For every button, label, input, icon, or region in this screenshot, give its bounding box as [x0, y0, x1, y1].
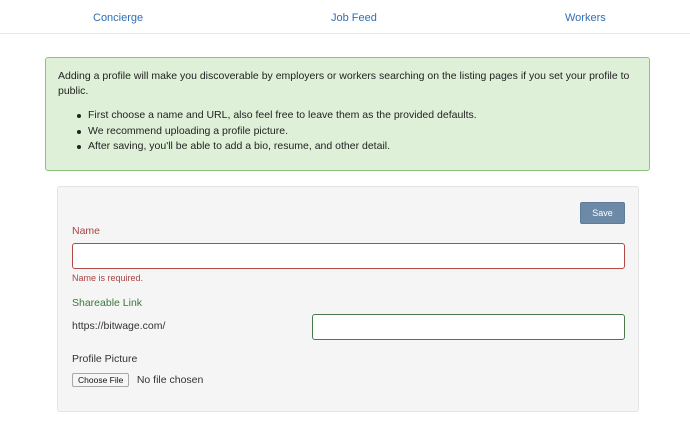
- nav-link-workers[interactable]: Workers: [565, 12, 606, 24]
- shareable-link-input[interactable]: [312, 314, 625, 340]
- nav-link-job-feed[interactable]: Job Feed: [331, 12, 377, 24]
- name-input[interactable]: [72, 243, 625, 269]
- top-navigation: Concierge Job Feed Workers: [0, 0, 690, 34]
- info-alert: Adding a profile will make you discovera…: [45, 57, 650, 171]
- file-status-text: No file chosen: [136, 373, 204, 386]
- save-button[interactable]: Save: [580, 202, 625, 224]
- alert-list-item: First choose a name and URL, also feel f…: [77, 108, 637, 123]
- alert-list: First choose a name and URL, also feel f…: [58, 108, 637, 154]
- alert-list-item: We recommend uploading a profile picture…: [77, 124, 637, 139]
- profile-picture-label: Profile Picture: [72, 353, 138, 365]
- name-label: Name: [72, 225, 101, 237]
- shareable-link-prefix: https://bitwage.com/: [72, 320, 166, 332]
- shareable-link-label: Shareable Link: [72, 297, 143, 309]
- alert-list-item: After saving, you'll be able to add a bi…: [77, 139, 637, 154]
- profile-picture-file-input: Choose File No file chosen: [72, 371, 203, 387]
- profile-form-panel: Save Name Name is required. Shareable Li…: [57, 186, 639, 412]
- choose-file-button[interactable]: Choose File: [72, 372, 130, 387]
- alert-intro: Adding a profile will make you discovera…: [58, 70, 630, 97]
- nav-link-concierge[interactable]: Concierge: [93, 12, 143, 24]
- name-error-message: Name is required.: [72, 273, 144, 283]
